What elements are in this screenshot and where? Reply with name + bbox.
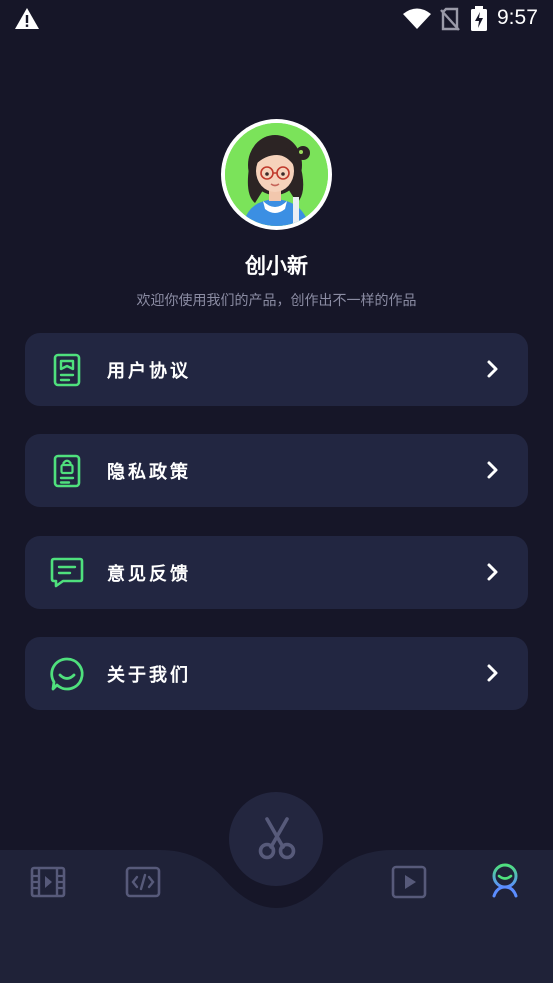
chevron-right-icon (487, 664, 498, 682)
scissors-button[interactable] (229, 792, 323, 886)
menu-item-label: 用户协议 (107, 361, 191, 382)
about-chat-icon (50, 657, 84, 691)
menu-item-user-agreement[interactable]: 用户协议 (25, 333, 528, 406)
scissors-icon (258, 817, 296, 860)
code-icon[interactable] (123, 862, 163, 902)
profile-name: 创小新 (245, 254, 308, 278)
menu-item-label: 意见反馈 (107, 564, 191, 585)
profile-icon[interactable] (485, 860, 525, 900)
battery-charging-icon (471, 6, 487, 31)
chevron-right-icon (487, 563, 498, 581)
feedback-message-icon (50, 557, 84, 588)
play-icon[interactable] (389, 862, 429, 902)
clock-time: 9:57 (497, 6, 538, 29)
no-sim-icon (440, 7, 460, 31)
menu-item-label: 关于我们 (107, 665, 191, 686)
chevron-right-icon (487, 360, 498, 378)
menu-item-privacy-policy[interactable]: 隐私政策 (25, 434, 528, 507)
user-agreement-icon (53, 353, 81, 387)
warning-icon (15, 8, 39, 29)
status-bar: 9:57 (0, 0, 553, 40)
menu-item-about-us[interactable]: 关于我们 (25, 637, 528, 710)
profile-tagline: 欢迎你使用我们的产品，创作出不一样的作品 (136, 293, 417, 309)
film-icon[interactable] (28, 862, 68, 902)
privacy-lock-icon (53, 454, 81, 488)
avatar-image (225, 123, 328, 226)
chevron-right-icon (487, 461, 498, 479)
menu-item-label: 隐私政策 (107, 462, 191, 483)
avatar[interactable] (221, 119, 332, 230)
menu-item-feedback[interactable]: 意见反馈 (25, 536, 528, 609)
wifi-icon (403, 8, 431, 29)
